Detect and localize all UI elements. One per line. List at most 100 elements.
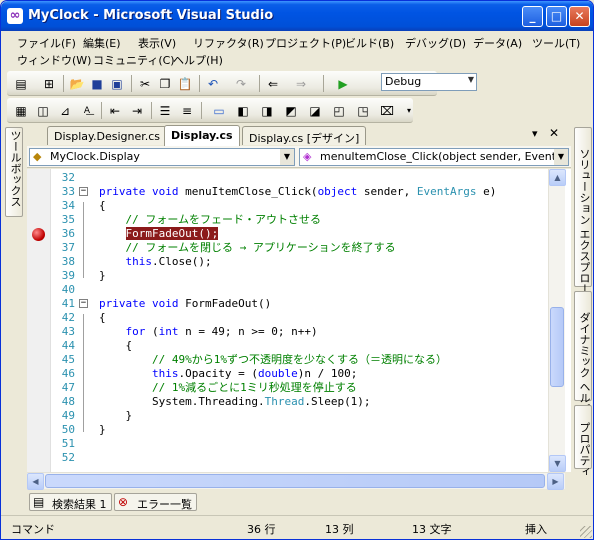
uncomment-lines-icon[interactable]: ≡ bbox=[179, 103, 195, 118]
cut-icon[interactable]: ✂ bbox=[137, 76, 153, 91]
status-line: 36 行 bbox=[247, 523, 276, 536]
line-number: 42 bbox=[61, 311, 75, 324]
code-line-breakpoint: 36 FormFadeOut(); bbox=[27, 227, 557, 241]
maximize-button[interactable]: □ bbox=[546, 6, 567, 27]
scroll-right-icon[interactable]: ▶ bbox=[547, 473, 564, 490]
menu-help[interactable]: ヘルプ(H) bbox=[173, 52, 223, 68]
horizontal-scrollbar[interactable]: ◀ ▶ bbox=[27, 472, 565, 490]
menu-view[interactable]: 表示(V) bbox=[138, 35, 176, 51]
menu-file[interactable]: ファイル(F) bbox=[17, 35, 76, 51]
active-files-menu-icon[interactable]: ▾ bbox=[532, 127, 538, 140]
code-line: 44 { bbox=[27, 339, 557, 353]
next-bookmark-icon[interactable]: ◨ bbox=[259, 103, 275, 118]
solution-configuration-select[interactable]: Debug ▼ bbox=[381, 73, 477, 91]
bottom-tool-tabs: ▤ 検索結果 1 ⊗ エラー一覧 bbox=[27, 491, 571, 513]
menu-refactor[interactable]: リファクタ(R) bbox=[193, 35, 264, 51]
horizontal-scroll-thumb[interactable] bbox=[45, 474, 545, 488]
next-bookmark-in-document-icon[interactable]: ◳ bbox=[355, 103, 371, 118]
menu-edit[interactable]: 編集(E) bbox=[83, 35, 121, 51]
increase-indent-icon[interactable]: ⇥ bbox=[129, 103, 145, 118]
paste-icon[interactable]: 📋 bbox=[177, 76, 193, 91]
tab-display-cs[interactable]: Display.cs bbox=[164, 125, 240, 146]
collapse-icon[interactable]: − bbox=[79, 187, 88, 196]
menu-project[interactable]: プロジェクト(P) bbox=[265, 35, 346, 51]
line-number: 52 bbox=[61, 451, 75, 464]
clear-bookmarks-icon[interactable]: ⌧ bbox=[379, 103, 395, 118]
copy-icon[interactable]: ❐ bbox=[157, 76, 173, 91]
document-tab-strip: Display.Designer.cs Display.cs Display.c… bbox=[27, 125, 571, 146]
collapse-icon[interactable]: − bbox=[79, 299, 88, 308]
tab-find-results[interactable]: ▤ 検索結果 1 bbox=[29, 493, 112, 511]
quick-info-icon[interactable]: ⊿ bbox=[57, 103, 73, 118]
line-number: 45 bbox=[61, 353, 75, 366]
decrease-indent-icon[interactable]: ⇤ bbox=[107, 103, 123, 118]
code-comment: // 49%から1%ずつ不透明度を少なくする（＝透明になる） bbox=[99, 353, 447, 366]
previous-bookmark-in-document-icon[interactable]: ◰ bbox=[331, 103, 347, 118]
complete-word-icon[interactable]: A͟ bbox=[79, 103, 95, 118]
chevron-down-icon: ▼ bbox=[554, 149, 568, 165]
code-text: this.Opacity = (double)n / 100; bbox=[151, 367, 358, 380]
close-document-icon[interactable]: ✕ bbox=[549, 126, 559, 140]
toolbox-label: ツールボックス bbox=[9, 130, 22, 207]
menu-tools[interactable]: ツール(T) bbox=[532, 35, 580, 51]
parameter-info-icon[interactable]: ◫ bbox=[35, 103, 51, 118]
toolbar-options-icon[interactable]: ▾ bbox=[401, 103, 417, 118]
code-text: } bbox=[99, 409, 133, 422]
title-bar[interactable]: ∞ MyClock - Microsoft Visual Studio _ □ … bbox=[1, 1, 593, 31]
tab-display-cs-design[interactable]: Display.cs [デザイン] bbox=[242, 126, 367, 145]
line-number: 50 bbox=[61, 423, 75, 436]
navigate-backward-icon[interactable]: ⇐ bbox=[265, 76, 281, 91]
next-bookmark-in-folder-icon[interactable]: ◪ bbox=[307, 103, 323, 118]
properties-tab[interactable]: プロパティ bbox=[574, 405, 592, 477]
code-line: 35 // フォームをフェード・アウトさせる bbox=[27, 213, 557, 227]
solution-explorer-tab[interactable]: ソリューション エクスプローラ bbox=[574, 127, 592, 306]
menu-build[interactable]: ビルド(B) bbox=[345, 35, 394, 51]
menu-bar: ファイル(F) 編集(E) 表示(V) リファクタ(R) プロジェクト(P) ビ… bbox=[5, 33, 591, 69]
comment-lines-icon[interactable]: ☰ bbox=[157, 103, 173, 118]
error-list-icon: ⊗ bbox=[118, 495, 129, 509]
code-comment: // フォームをフェード・アウトさせる bbox=[99, 213, 322, 226]
line-number: 41 bbox=[61, 297, 75, 310]
type-selector[interactable]: ◆ MyClock.Display ▼ bbox=[29, 148, 295, 166]
vertical-scrollbar[interactable]: ▲ ▼ bbox=[548, 169, 566, 472]
code-line: 50} bbox=[27, 423, 557, 437]
menu-community[interactable]: コミュニティ(C) bbox=[93, 52, 175, 68]
text-editor-toolbar: ▦ ◫ ⊿ A͟ ⇤ ⇥ ☰ ≡ ▭ ◧ ◨ ◩ ◪ ◰ ◳ ⌧ ▾ bbox=[7, 98, 413, 123]
tab-display-designer-cs[interactable]: Display.Designer.cs bbox=[47, 126, 168, 145]
member-selector[interactable]: ◈ menuItemClose_Click(object sender, Eve… bbox=[299, 148, 569, 166]
vertical-scroll-thumb[interactable] bbox=[550, 307, 564, 387]
solution-explorer-label: ソリューション エクスプローラ bbox=[578, 148, 591, 306]
menu-data[interactable]: データ(A) bbox=[473, 35, 522, 51]
visual-studio-icon[interactable]: ∞ bbox=[7, 8, 23, 24]
menu-debug[interactable]: デバッグ(D) bbox=[405, 35, 466, 51]
object-members-icon[interactable]: ▦ bbox=[13, 103, 29, 118]
redo-icon[interactable]: ↷ bbox=[233, 76, 249, 91]
code-text: private void FormFadeOut() bbox=[99, 297, 272, 310]
scroll-left-icon[interactable]: ◀ bbox=[27, 473, 44, 490]
scroll-up-icon[interactable]: ▲ bbox=[549, 169, 566, 186]
minimize-button[interactable]: _ bbox=[522, 6, 543, 27]
previous-bookmark-in-folder-icon[interactable]: ◩ bbox=[283, 103, 299, 118]
code-line: 38 this.Close(); bbox=[27, 255, 557, 269]
menu-window[interactable]: ウィンドウ(W) bbox=[17, 52, 91, 68]
previous-bookmark-icon[interactable]: ◧ bbox=[235, 103, 251, 118]
new-project-icon[interactable]: ▤ bbox=[13, 76, 29, 91]
scroll-down-icon[interactable]: ▼ bbox=[549, 455, 566, 472]
add-item-icon[interactable]: ⊞ bbox=[41, 76, 57, 91]
toggle-bookmark-icon[interactable]: ▭ bbox=[211, 103, 227, 118]
dynamic-help-tab[interactable]: ダイナミック ヘルプ bbox=[574, 291, 592, 415]
code-line: 42 { bbox=[27, 311, 557, 325]
toolbox-tab[interactable]: ツールボックス bbox=[5, 127, 23, 217]
code-line: 46 this.Opacity = (double)n / 100; bbox=[27, 367, 557, 381]
tab-error-list[interactable]: ⊗ エラー一覧 bbox=[114, 493, 197, 511]
open-folder-icon[interactable]: 📂 bbox=[69, 76, 85, 91]
resize-grip[interactable] bbox=[580, 526, 592, 538]
save-all-icon[interactable]: ▣ bbox=[109, 76, 125, 91]
start-debugging-icon[interactable]: ▶ bbox=[335, 76, 351, 91]
code-editor[interactable]: 32 33− private void menuItemClose_Click(o… bbox=[27, 169, 571, 472]
standard-toolbar: ▤ ⊞ 📂 ■ ▣ ✂ ❐ 📋 ↶ ↷ ⇐ ⇒ ▶ bbox=[7, 71, 437, 96]
undo-icon[interactable]: ↶ bbox=[205, 76, 221, 91]
close-button[interactable]: ✕ bbox=[569, 6, 590, 27]
save-icon[interactable]: ■ bbox=[89, 76, 105, 91]
navigate-forward-icon[interactable]: ⇒ bbox=[293, 76, 309, 91]
